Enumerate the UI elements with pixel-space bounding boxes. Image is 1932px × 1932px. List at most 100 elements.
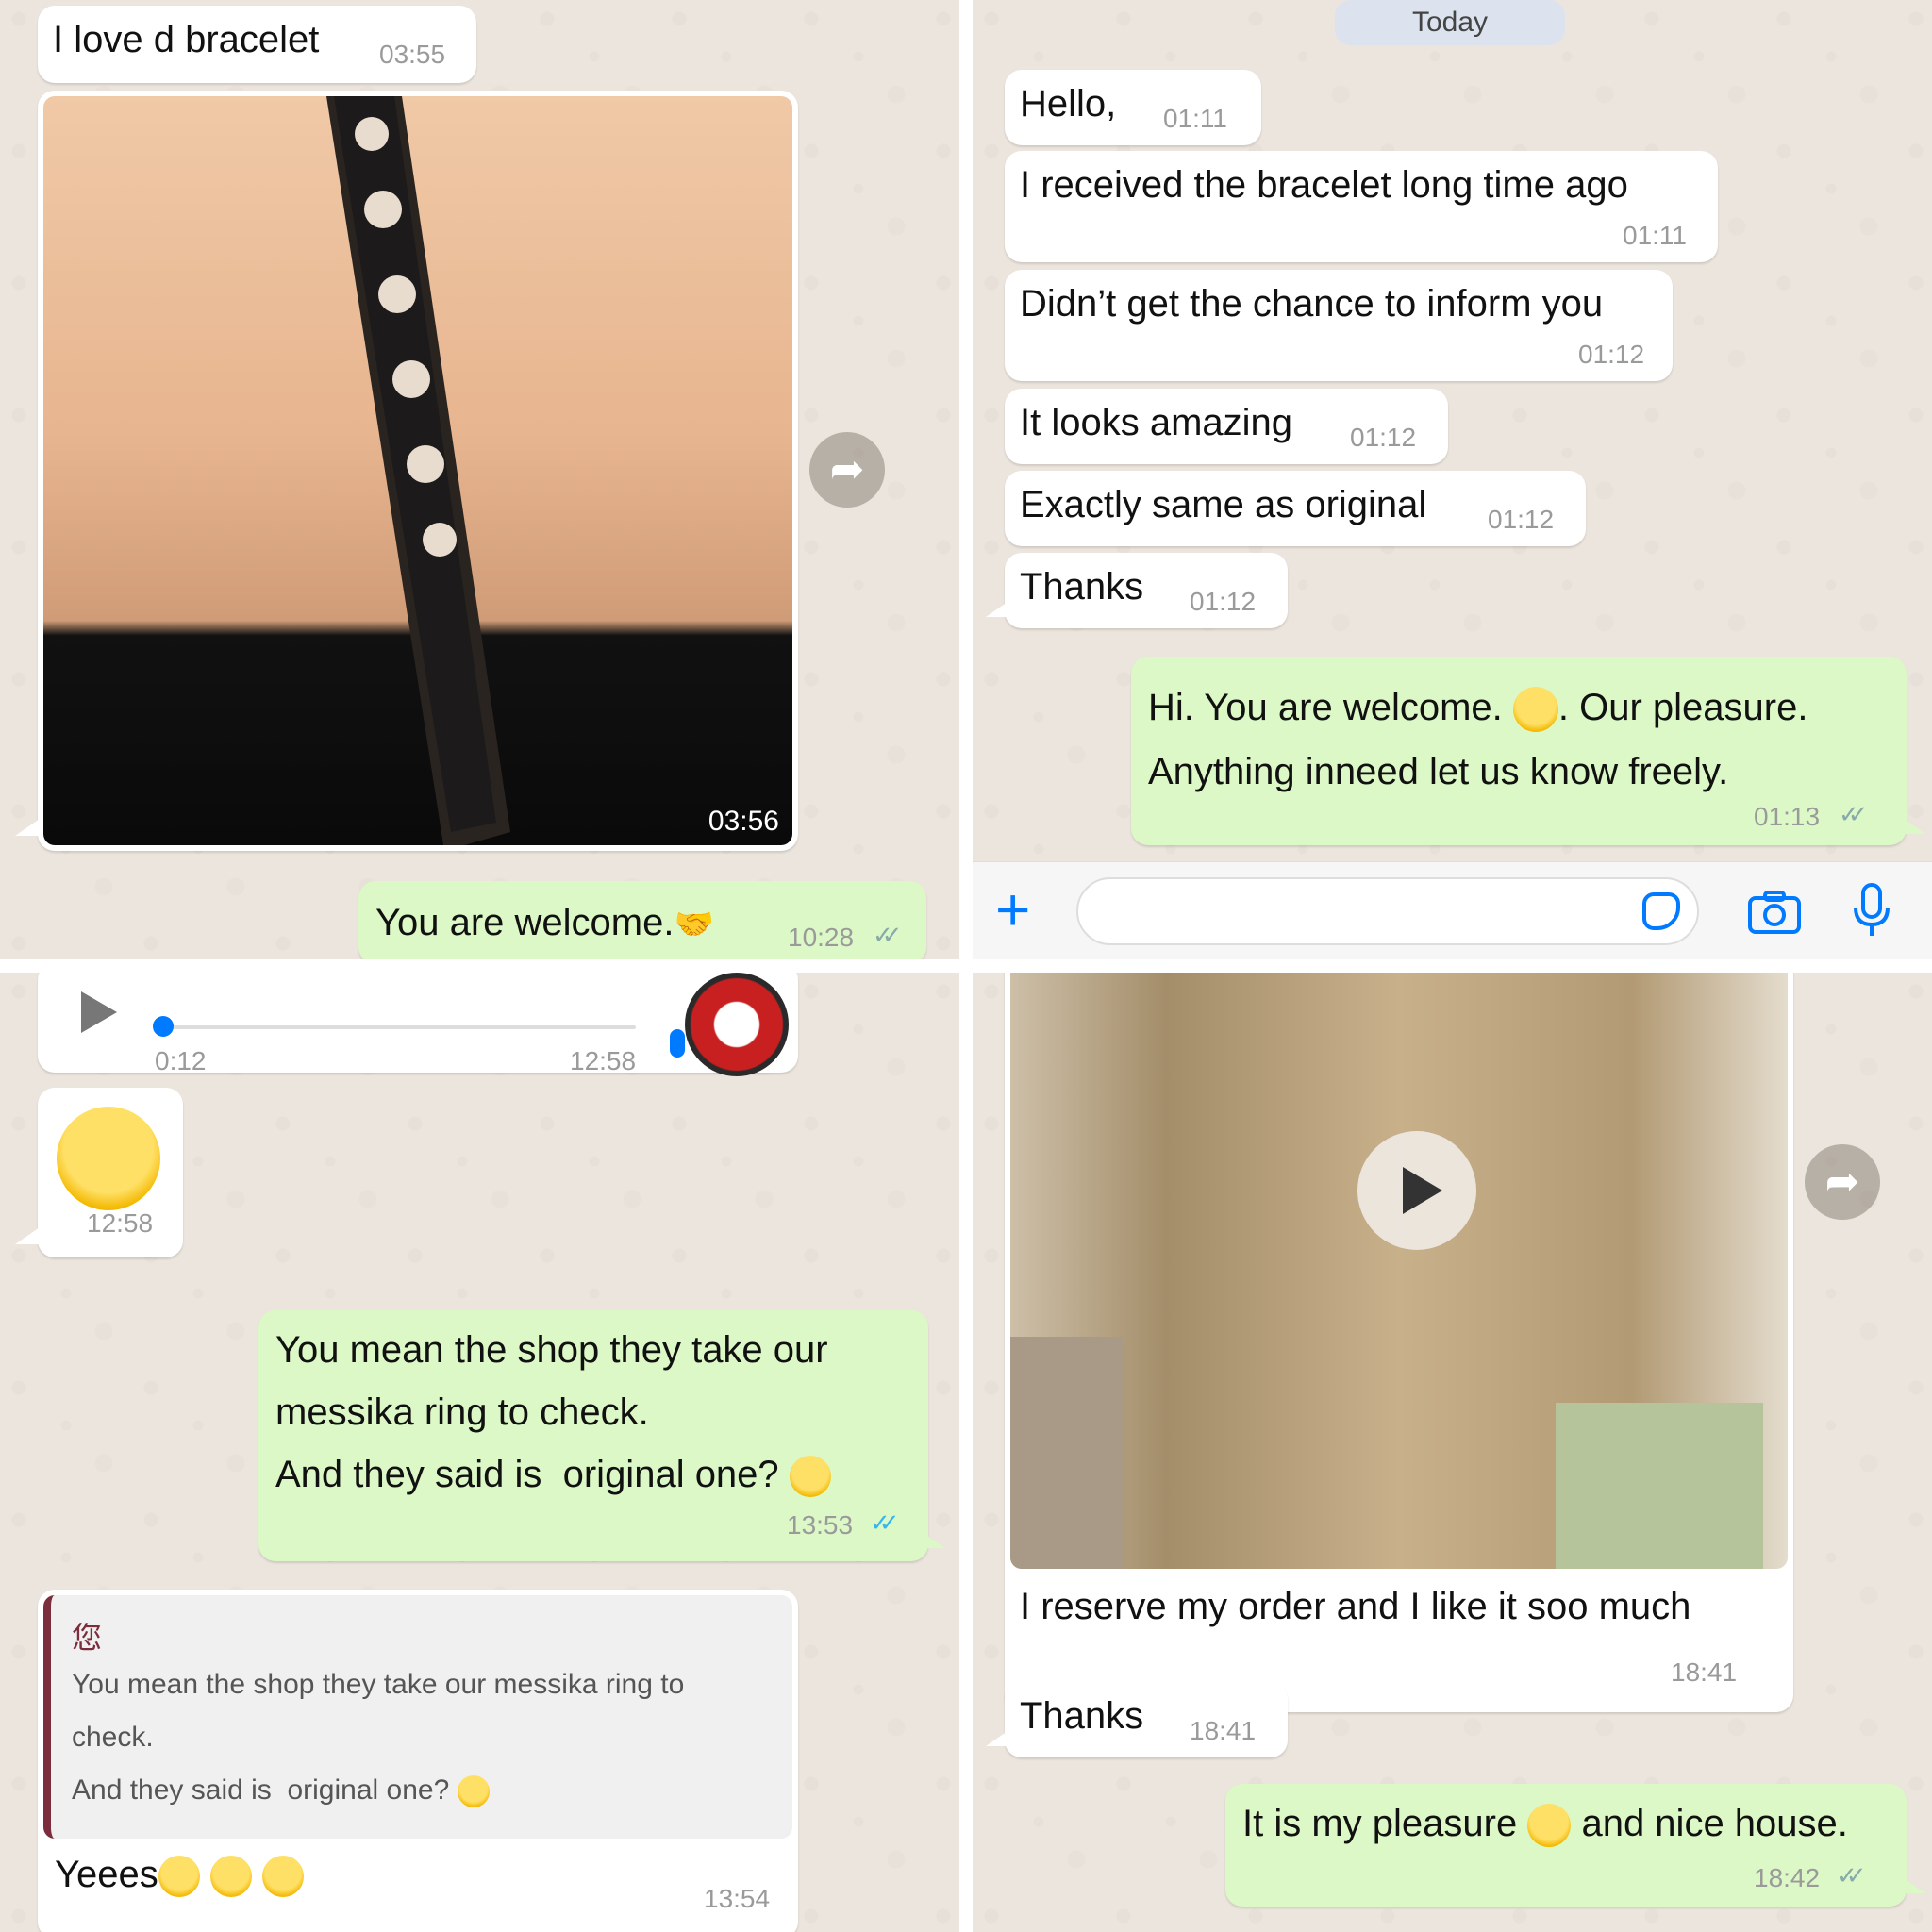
message-input-bar: + bbox=[973, 861, 1932, 959]
message-time: 10:28 bbox=[788, 923, 855, 952]
video-message[interactable]: I reserve my order and I like it soo muc… bbox=[1005, 973, 1793, 1712]
sticker-icon[interactable] bbox=[1642, 892, 1680, 930]
message-bubble[interactable]: I received the bracelet long time ago 01… bbox=[1005, 151, 1718, 262]
play-icon bbox=[1403, 1167, 1442, 1214]
bubble-tail bbox=[921, 1531, 945, 1548]
chat-panel-2: Today Hello, 01:11 I received the bracel… bbox=[973, 0, 1932, 959]
face-with-tears-of-joy-icon bbox=[209, 1856, 252, 1898]
message-text: Thanks bbox=[1020, 566, 1144, 608]
voice-duration: 0:12 bbox=[155, 1046, 207, 1075]
slightly-smiling-face-icon bbox=[1527, 1804, 1572, 1848]
photo-message[interactable]: 03:56 bbox=[38, 91, 798, 851]
forward-icon[interactable]: ➦ bbox=[809, 432, 885, 508]
message-time: 01:12 bbox=[1488, 505, 1555, 534]
plus-icon[interactable]: + bbox=[995, 879, 1030, 940]
message-text: It looks amazing bbox=[1020, 402, 1293, 443]
double-check-icon: ✓✓ bbox=[1837, 1861, 1866, 1890]
reply-message[interactable]: 您 You mean the shop they take our messik… bbox=[38, 1590, 798, 1932]
bubble-tail bbox=[1901, 817, 1925, 834]
microphone-icon bbox=[670, 1029, 685, 1058]
message-text: Exactly same as original bbox=[1020, 484, 1427, 525]
message-time: 01:13 bbox=[1754, 802, 1821, 831]
message-time: 18:41 bbox=[1671, 1657, 1738, 1687]
message-bubble[interactable]: I love d bracelet 03:55 bbox=[38, 6, 476, 83]
message-bubble[interactable]: It looks amazing 01:12 bbox=[1005, 389, 1448, 464]
message-time: 13:54 bbox=[704, 1884, 771, 1913]
message-bubble[interactable]: Thanks 01:12 bbox=[1005, 553, 1288, 628]
message-bubble-outgoing[interactable]: You are welcome.🤝 10:28 ✓✓ bbox=[358, 881, 926, 959]
message-text-line: Anything inneed let us know freely. bbox=[1148, 751, 1729, 792]
quoted-message[interactable]: 您 You mean the shop they take our messik… bbox=[43, 1595, 792, 1839]
voice-message[interactable]: 0:12 12:58 bbox=[38, 973, 798, 1076]
bubble-tail bbox=[15, 819, 40, 836]
message-text-line: You mean the shop they take our bbox=[275, 1329, 828, 1371]
handshake-icon: 🤝 bbox=[674, 907, 714, 942]
message-input[interactable] bbox=[1076, 877, 1699, 945]
chat-panel-4: I reserve my order and I like it soo muc… bbox=[973, 973, 1932, 1932]
message-text: Thanks bbox=[1020, 1695, 1144, 1737]
message-text: Yeees bbox=[55, 1854, 304, 1898]
message-time: 01:11 bbox=[1163, 104, 1227, 133]
face-with-tears-of-joy-icon bbox=[57, 1107, 160, 1210]
message-time: 01:12 bbox=[1578, 340, 1645, 369]
message-time: 01:11 bbox=[1623, 221, 1687, 250]
video-thumbnail[interactable] bbox=[1010, 973, 1788, 1569]
quote-text-line: You mean the shop they take our messika … bbox=[72, 1669, 685, 1700]
quote-text-line: And they said is original one? bbox=[72, 1774, 490, 1808]
message-time: 12:58 bbox=[87, 1208, 154, 1238]
face-with-tears-of-joy-icon bbox=[158, 1856, 200, 1898]
double-check-icon: ✓✓ bbox=[1839, 800, 1868, 828]
message-time: 13:53 bbox=[787, 1510, 854, 1540]
message-time: 12:58 bbox=[570, 1046, 637, 1075]
gift-bag bbox=[1556, 1403, 1763, 1569]
bubble-tail bbox=[986, 600, 1010, 617]
message-bubble[interactable]: Didn’t get the chance to inform you 01:1… bbox=[1005, 270, 1673, 381]
message-text-line: And they said is original one? bbox=[275, 1454, 831, 1498]
message-text: I love d bracelet bbox=[53, 19, 320, 60]
message-text: Hello, bbox=[1020, 83, 1117, 125]
message-bubble-outgoing[interactable]: You mean the shop they take our messika … bbox=[258, 1310, 928, 1561]
bubble-tail bbox=[15, 1227, 40, 1244]
microphone-icon[interactable] bbox=[1850, 881, 1893, 940]
double-check-icon: ✓✓ bbox=[870, 1508, 899, 1537]
face-with-tears-of-joy-icon bbox=[457, 1775, 490, 1808]
message-text: Hi. You are welcome. . Our pleasure. bbox=[1148, 675, 1807, 740]
message-bubble-outgoing[interactable]: It is my pleasure and nice house. 18:42 … bbox=[1225, 1784, 1907, 1907]
message-text-line: messika ring to check. bbox=[275, 1391, 649, 1433]
message-text: Didn’t get the chance to inform you bbox=[1020, 283, 1604, 325]
bubble-tail bbox=[986, 1729, 1010, 1746]
smiley-icon bbox=[1512, 687, 1558, 733]
face-with-tears-of-joy-icon bbox=[262, 1856, 304, 1898]
date-pill: Today bbox=[1335, 0, 1565, 45]
message-text: I received the bracelet long time ago bbox=[1020, 164, 1628, 206]
chat-panel-3: 0:12 12:58 12:58 You mean the shop they … bbox=[0, 973, 959, 1932]
bracelet-photo[interactable]: 03:56 bbox=[43, 96, 792, 845]
message-time: 03:55 bbox=[379, 40, 446, 69]
bracelet-image bbox=[326, 96, 510, 845]
message-time: 01:12 bbox=[1350, 423, 1417, 452]
message-time: 18:41 bbox=[1190, 1716, 1257, 1745]
chat-panel-1: I love d bracelet 03:55 03:56 ➦ You are … bbox=[0, 0, 959, 959]
camera-icon[interactable] bbox=[1746, 889, 1803, 936]
dresser bbox=[1010, 1337, 1124, 1569]
forward-icon[interactable]: ➦ bbox=[1805, 1144, 1880, 1220]
message-bubble[interactable]: Exactly same as original 01:12 bbox=[1005, 471, 1586, 546]
message-text: It is my pleasure and nice house. bbox=[1242, 1803, 1848, 1848]
message-bubble[interactable]: Thanks 18:41 bbox=[1005, 1682, 1288, 1757]
message-bubble-outgoing[interactable]: Hi. You are welcome. . Our pleasure. Any… bbox=[1131, 657, 1907, 845]
message-time: 01:12 bbox=[1190, 587, 1257, 616]
bubble-tail bbox=[1901, 1876, 1925, 1893]
message-bubble[interactable]: Hello, 01:11 bbox=[1005, 70, 1261, 145]
face-with-tears-of-joy-icon bbox=[789, 1456, 831, 1498]
photo-time: 03:56 bbox=[708, 806, 779, 837]
emoji-message[interactable]: 12:58 bbox=[38, 1088, 183, 1257]
message-time: 18:42 bbox=[1754, 1863, 1821, 1892]
voice-progress-handle[interactable] bbox=[153, 1016, 174, 1037]
play-icon[interactable] bbox=[81, 991, 117, 1033]
voice-progress-track[interactable] bbox=[164, 1025, 636, 1029]
quote-author: 您 bbox=[72, 1621, 103, 1655]
avatar[interactable] bbox=[685, 973, 789, 1076]
video-caption: I reserve my order and I like it soo muc… bbox=[1020, 1586, 1691, 1627]
play-button[interactable] bbox=[1357, 1131, 1476, 1250]
double-check-icon: ✓✓ bbox=[873, 921, 902, 949]
